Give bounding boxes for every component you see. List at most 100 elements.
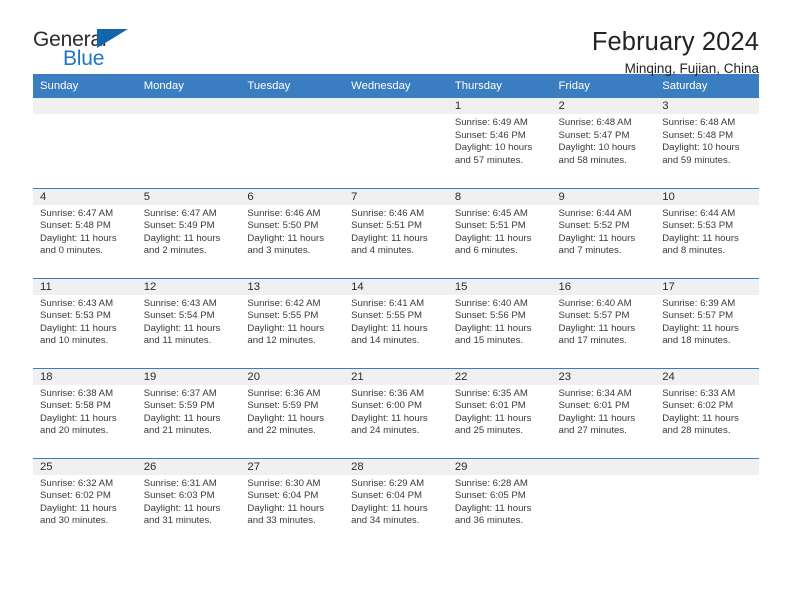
calendar-day-cell[interactable]: 4 Sunrise: 6:47 AM Sunset: 5:48 PM Daylight… — [33, 187, 137, 278]
calendar-day-cell[interactable]: 14 Sunrise: 6:41 AM Sunset: 5:55 PM Dayligh… — [344, 277, 448, 368]
sunrise-time: Sunrise: 6:38 AM — [40, 387, 114, 399]
calendar-day-cell[interactable]: 28 Sunrise: 6:29 AM Sunset: 6:04 PM Dayligh… — [344, 457, 448, 548]
daylight-line-2: and 22 minutes. — [247, 425, 316, 437]
daylight-line-1: Daylight: 11 hours — [454, 322, 532, 334]
daylight-line-2: and 27 minutes. — [558, 425, 627, 437]
daylight-line-2: and 59 minutes. — [662, 154, 731, 166]
weekday-header-monday: Monday — [136, 74, 241, 98]
daylight-line-1: Daylight: 11 hours — [351, 502, 428, 514]
calendar-cell-empty — [33, 98, 137, 188]
calendar-day-cell[interactable]: 12 Sunrise: 6:43 AM Sunset: 5:54 PM Dayligh… — [136, 277, 241, 368]
day-number — [33, 98, 137, 114]
weekday-header-thursday: Thursday — [447, 74, 552, 98]
daylight-line-1: Daylight: 11 hours — [247, 412, 325, 424]
day-number: 21 — [344, 368, 448, 385]
calendar-day-cell[interactable]: 26 Sunrise: 6:31 AM Sunset: 6:03 PM Dayligh… — [136, 457, 241, 548]
day-number: 24 — [655, 368, 759, 385]
calendar-day-cell[interactable]: 18 Sunrise: 6:38 AM Sunset: 5:58 PM Dayligh… — [33, 367, 137, 458]
calendar-day-cell[interactable]: 15 Sunrise: 6:40 AM Sunset: 5:56 PM Dayligh… — [447, 277, 552, 368]
day-number — [344, 98, 448, 114]
daylight-line-2: and 3 minutes. — [247, 245, 311, 257]
daylight-line-1: Daylight: 11 hours — [558, 412, 636, 424]
sunrise-time: Sunrise: 6:28 AM — [454, 477, 528, 489]
sunrise-time: Sunrise: 6:39 AM — [662, 297, 736, 309]
calendar-table: Sunday Monday Tuesday Wednesday Thursday… — [33, 74, 759, 548]
daylight-line-2: and 34 minutes. — [351, 515, 420, 527]
calendar-day-cell[interactable]: 13 Sunrise: 6:42 AM Sunset: 5:55 PM Dayligh… — [240, 277, 345, 368]
calendar-day-cell[interactable]: 1 Sunrise: 6:49 AM Sunset: 5:46 PM Daylight… — [447, 98, 552, 188]
sun-times: Sunrise: 6:31 AM Sunset: 6:03 PM Daylight:… — [137, 475, 241, 528]
page-title: February 2024 — [591, 28, 759, 56]
calendar-day-cell[interactable]: 10 Sunrise: 6:44 AM Sunset: 5:53 PM Dayligh… — [655, 187, 759, 278]
calendar-day-cell[interactable]: 24 Sunrise: 6:33 AM Sunset: 6:02 PM Dayligh… — [655, 367, 759, 458]
calendar-day-cell[interactable]: 5 Sunrise: 6:47 AM Sunset: 5:49 PM Daylight… — [136, 187, 241, 278]
calendar-day-cell[interactable]: 16 Sunrise: 6:40 AM Sunset: 5:57 PM Dayligh… — [551, 277, 656, 368]
calendar-day-cell[interactable]: 20 Sunrise: 6:36 AM Sunset: 5:59 PM Dayligh… — [240, 367, 345, 458]
sunrise-time: Sunrise: 6:49 AM — [454, 117, 528, 128]
sunrise-time: Sunrise: 6:48 AM — [662, 117, 736, 128]
calendar-day-cell[interactable]: 19 Sunrise: 6:37 AM Sunset: 5:59 PM Dayligh… — [136, 367, 241, 458]
sun-times: Sunrise: 6:41 AM Sunset: 5:55 PM Daylight:… — [344, 295, 448, 348]
daylight-line-2: and 58 minutes. — [558, 154, 627, 166]
calendar-day-cell[interactable]: 3 Sunrise: 6:48 AM Sunset: 5:48 PM Daylight… — [655, 98, 759, 188]
day-number: 6 — [240, 188, 345, 205]
calendar-day-cell[interactable]: 27 Sunrise: 6:30 AM Sunset: 6:04 PM Dayligh… — [240, 457, 345, 548]
daylight-line-1: Daylight: 11 hours — [558, 322, 636, 334]
calendar-week-row: 25 Sunrise: 6:32 AM Sunset: 6:02 PM Dayligh… — [33, 457, 759, 548]
calendar-day-cell[interactable]: 11 Sunrise: 6:43 AM Sunset: 5:53 PM Dayligh… — [33, 277, 137, 368]
daylight-line-1: Daylight: 11 hours — [454, 232, 532, 244]
calendar-day-cell[interactable]: 21 Sunrise: 6:36 AM Sunset: 6:00 PM Dayligh… — [344, 367, 448, 458]
day-number: 3 — [655, 98, 759, 114]
day-number — [655, 458, 759, 475]
daylight-line-1: Daylight: 11 hours — [247, 502, 325, 514]
calendar-day-cell[interactable]: 7 Sunrise: 6:46 AM Sunset: 5:51 PM Daylight… — [344, 187, 448, 278]
weekday-header-wednesday: Wednesday — [344, 74, 448, 98]
sunrise-time: Sunrise: 6:41 AM — [351, 297, 425, 309]
calendar-day-cell[interactable]: 6 Sunrise: 6:46 AM Sunset: 5:50 PM Daylight… — [240, 187, 345, 278]
sunset-time: Sunset: 5:55 PM — [247, 310, 319, 322]
sunrise-time: Sunrise: 6:35 AM — [454, 387, 528, 399]
daylight-line-2: and 11 minutes. — [143, 335, 212, 347]
daylight-line-2: and 10 minutes. — [40, 335, 109, 347]
sunset-time: Sunset: 5:52 PM — [558, 220, 630, 232]
daylight-line-2: and 12 minutes. — [247, 335, 316, 347]
day-number: 10 — [655, 188, 759, 205]
daylight-line-1: Daylight: 11 hours — [40, 232, 117, 244]
daylight-line-1: Daylight: 11 hours — [40, 322, 117, 334]
sunrise-time: Sunrise: 6:47 AM — [40, 207, 114, 219]
calendar-day-cell[interactable]: 2 Sunrise: 6:48 AM Sunset: 5:47 PM Daylight… — [551, 98, 656, 188]
sunset-time: Sunset: 5:48 PM — [662, 129, 734, 141]
sunset-time: Sunset: 5:56 PM — [454, 310, 526, 322]
calendar-day-cell[interactable]: 25 Sunrise: 6:32 AM Sunset: 6:02 PM Dayligh… — [33, 457, 137, 548]
sun-times: Sunrise: 6:46 AM Sunset: 5:51 PM Daylight:… — [344, 205, 448, 258]
day-number: 13 — [240, 278, 345, 295]
daylight-line-1: Daylight: 10 hours — [662, 142, 740, 154]
daylight-line-2: and 7 minutes. — [558, 245, 622, 257]
sun-times: Sunrise: 6:28 AM Sunset: 6:05 PM Daylight:… — [448, 475, 552, 528]
calendar-day-cell[interactable]: 9 Sunrise: 6:44 AM Sunset: 5:52 PM Daylight… — [551, 187, 656, 278]
day-number: 14 — [344, 278, 448, 295]
sunrise-time: Sunrise: 6:43 AM — [143, 297, 217, 309]
sun-times: Sunrise: 6:32 AM Sunset: 6:02 PM Daylight:… — [33, 475, 137, 528]
title-block: February 2024 Minqing, Fujian, China — [592, 26, 759, 80]
sunrise-time: Sunrise: 6:46 AM — [247, 207, 321, 219]
sun-times: Sunrise: 6:43 AM Sunset: 5:53 PM Daylight:… — [33, 295, 137, 348]
daylight-line-2: and 20 minutes. — [40, 425, 109, 437]
page-subtitle: Minqing, Fujian, China — [624, 61, 759, 76]
calendar-cell-empty — [344, 98, 448, 188]
day-number: 15 — [447, 278, 552, 295]
general-blue-logo[interactable]: General Blue — [33, 26, 153, 74]
daylight-line-2: and 6 minutes. — [454, 245, 518, 257]
daylight-line-1: Daylight: 11 hours — [247, 322, 325, 334]
calendar-day-cell[interactable]: 29 Sunrise: 6:28 AM Sunset: 6:05 PM Dayligh… — [447, 457, 552, 548]
calendar-day-cell[interactable]: 23 Sunrise: 6:34 AM Sunset: 6:01 PM Dayligh… — [551, 367, 656, 458]
calendar-day-cell[interactable]: 17 Sunrise: 6:39 AM Sunset: 5:57 PM Dayligh… — [655, 277, 759, 368]
calendar-day-cell[interactable]: 22 Sunrise: 6:35 AM Sunset: 6:01 PM Dayligh… — [447, 367, 552, 458]
day-number — [136, 98, 241, 114]
weekday-header-tuesday: Tuesday — [240, 74, 345, 98]
sunset-time: Sunset: 5:51 PM — [351, 220, 423, 232]
calendar-cell-empty — [240, 98, 345, 188]
daylight-line-2: and 57 minutes. — [454, 154, 524, 166]
calendar-day-cell[interactable]: 8 Sunrise: 6:45 AM Sunset: 5:51 PM Daylight… — [447, 187, 552, 278]
sunset-time: Sunset: 6:01 PM — [454, 400, 526, 412]
